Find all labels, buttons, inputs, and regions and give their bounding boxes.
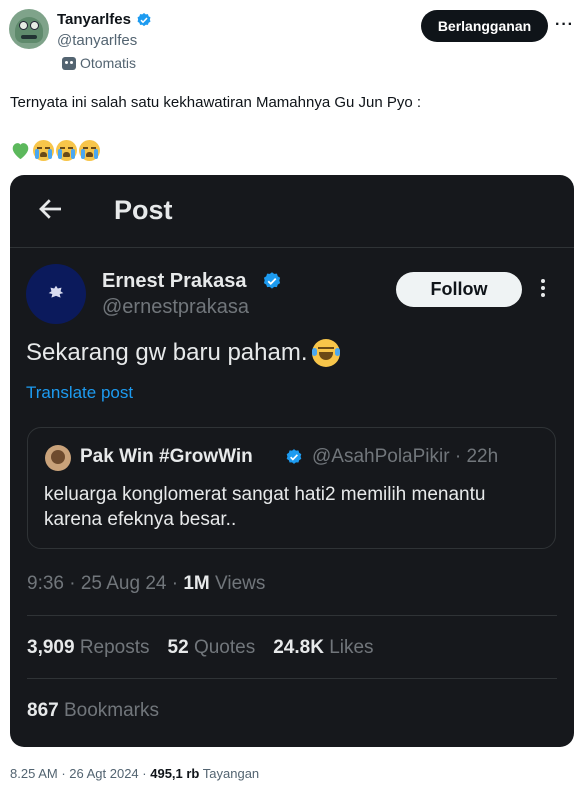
author-display-name[interactable]: Tanyarlfes	[57, 11, 131, 28]
tweet-date[interactable]: 26 Agt 2024	[69, 766, 138, 781]
more-options-icon[interactable]: ···	[555, 16, 574, 34]
loudly-crying-face-icon	[79, 140, 100, 161]
tweet-views-count: 495,1 rb	[150, 766, 200, 781]
bookmarks-stat: 867 Bookmarks	[27, 700, 160, 721]
embedded-post-text-content: Sekarang gw baru paham.	[26, 339, 308, 366]
author-avatar[interactable]	[9, 9, 49, 49]
loudly-crying-face-icon	[33, 140, 54, 161]
vertical-more-icon	[540, 279, 546, 299]
engagement-stats: 3,909 Reposts 52 Quotes 24.8K Likes	[27, 637, 374, 659]
tweet-views-label: Tayangan	[199, 766, 260, 781]
tweet-footer: 8.25 AM · 26 Agt 2024 · 495,1 rb Tayanga…	[10, 766, 260, 781]
quoted-post: Pak Win #GrowWin @AsahPolaPikir · 22h ke…	[27, 427, 556, 549]
meta-divider	[27, 615, 557, 616]
attached-image[interactable]: Post Ernest Prakasa @ernestprakasa Follo…	[10, 175, 574, 747]
views-label: Views	[209, 573, 266, 594]
likes-stat: 24.8K Likes	[273, 637, 374, 658]
loudly-crying-face-icon	[56, 140, 77, 161]
embedded-author-name: Ernest Prakasa	[102, 270, 247, 292]
embedded-author-handle: @ernestprakasa	[102, 296, 250, 318]
follow-button: Follow	[396, 272, 522, 307]
embedded-post-text: Sekarang gw baru paham.	[26, 339, 340, 367]
automated-label: Otomatis	[62, 55, 136, 71]
quoted-post-text: keluarga konglomerat sangat hati2 memili…	[44, 484, 486, 530]
translate-post-link: Translate post	[26, 383, 134, 402]
quoted-author-avatar	[45, 445, 71, 471]
verified-badge-icon	[263, 272, 281, 289]
post-timestamp: 9:36 · 25 Aug 24 ·	[27, 573, 184, 594]
verified-badge-icon	[137, 13, 151, 27]
automated-label-text: Otomatis	[80, 55, 137, 71]
green-heart-icon	[12, 143, 29, 160]
quoted-author-name: Pak Win #GrowWin	[80, 446, 253, 467]
back-arrow-icon	[39, 199, 61, 219]
stats-divider	[27, 678, 557, 679]
page-title: Post	[114, 195, 173, 225]
emoji-row	[10, 140, 100, 161]
views-count: 1M	[183, 573, 210, 594]
tweet-text: Ternyata ini salah satu kekhawatiran Mam…	[10, 94, 422, 111]
frog-avatar-icon	[15, 17, 43, 43]
header-divider	[10, 247, 574, 248]
tears-of-joy-icon	[311, 339, 340, 367]
verified-badge-icon	[286, 449, 302, 464]
garuda-emblem-icon	[48, 285, 64, 298]
embedded-author-avatar	[26, 264, 86, 324]
post-meta: 9:36 · 25 Aug 24 · 1M Views	[27, 573, 265, 595]
quoted-author-handle: @AsahPolaPikir · 22h	[312, 446, 499, 467]
tweet-time[interactable]: 8.25 AM	[10, 766, 58, 781]
subscribe-button[interactable]: Berlangganan	[421, 10, 548, 42]
robot-icon	[62, 56, 76, 70]
reposts-stat: 3,909 Reposts	[27, 637, 150, 658]
author-handle[interactable]: @tanyarlfes	[57, 32, 137, 49]
quotes-stat: 52 Quotes	[167, 637, 256, 658]
